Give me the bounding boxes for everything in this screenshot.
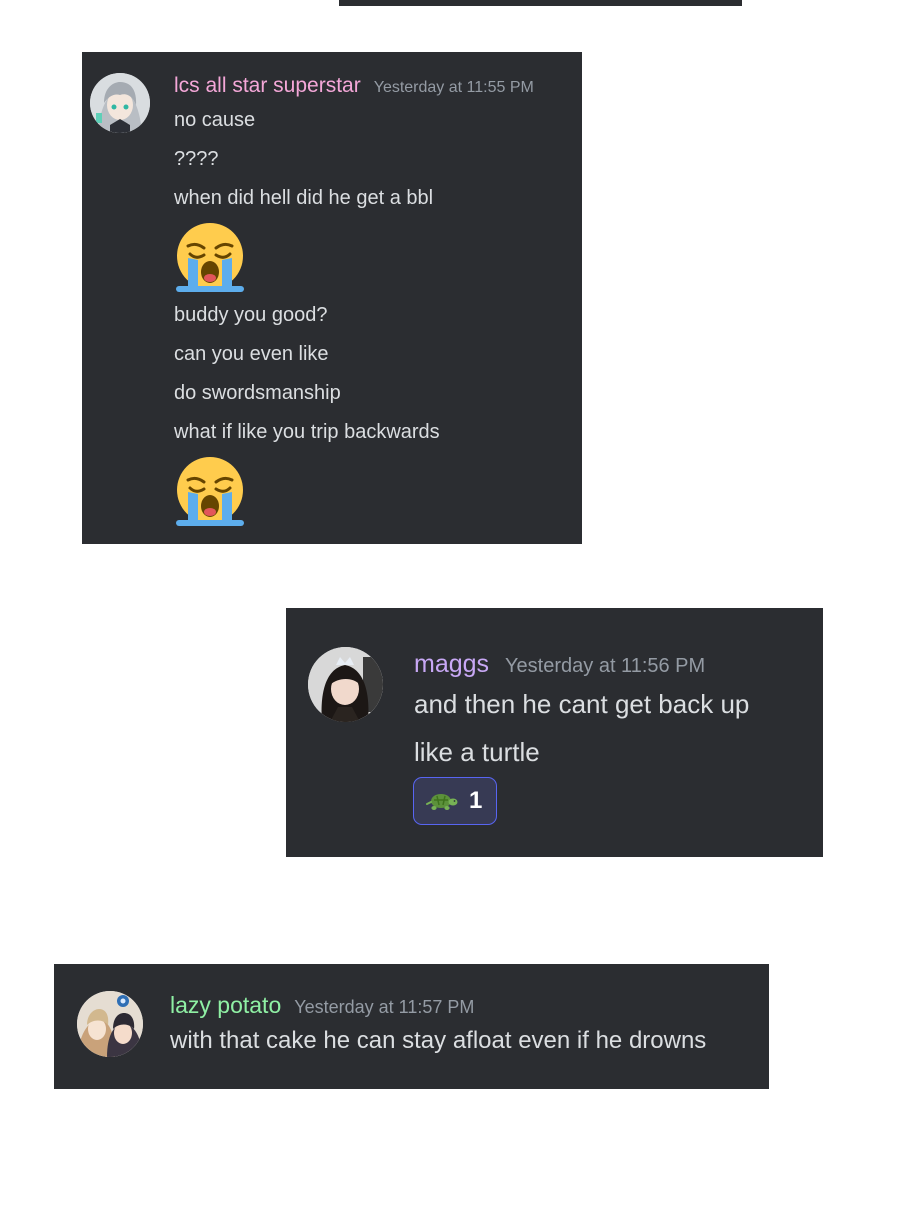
anime-duo-avatar-icon[interactable] [77,991,143,1057]
message-card-3: lazy potato Yesterday at 11:57 PM with t… [54,964,769,1089]
timestamp: Yesterday at 11:57 PM [294,997,475,1017]
message-header: lazy potato Yesterday at 11:57 PM [170,992,474,1019]
anime-avatar-silver-hair-icon[interactable] [90,73,150,133]
turtle-reaction-button[interactable]: 1 [413,777,497,825]
username[interactable]: maggs [414,650,489,679]
message-card-1: lcs all star superstar Yesterday at 11:5… [82,52,582,544]
message-card-2: maggs Yesterday at 11:56 PM and then he … [286,608,823,857]
loudly-crying-face-icon [174,222,246,294]
message-line: buddy you good? [174,304,328,326]
message-line: what if like you trip backwards [174,421,440,443]
message-header: maggs Yesterday at 11:56 PM [414,650,705,679]
message-line: no cause [174,109,256,131]
message-line: when did hell did he get a bbl [174,187,434,209]
timestamp: Yesterday at 11:56 PM [505,655,706,677]
loudly-crying-face-icon [174,456,246,528]
turtle-icon [426,794,458,810]
username[interactable]: lcs all star superstar [174,74,361,98]
message-line: ???? [174,148,219,170]
timestamp: Yesterday at 11:55 PM [373,79,534,96]
cropped-previous-card [339,0,742,6]
message-line: do swordsmanship [174,382,341,404]
message-line: can you even like [174,343,329,365]
message-header: lcs all star superstar Yesterday at 11:5… [174,74,534,98]
message-line: and then he cant get back up [414,689,750,719]
girl-with-tiara-avatar-icon[interactable] [308,647,383,722]
reaction-count: 1 [469,787,483,814]
username[interactable]: lazy potato [170,992,281,1019]
message-line: with that cake he can stay afloat even i… [170,1027,707,1054]
message-line: like a turtle [414,737,540,767]
